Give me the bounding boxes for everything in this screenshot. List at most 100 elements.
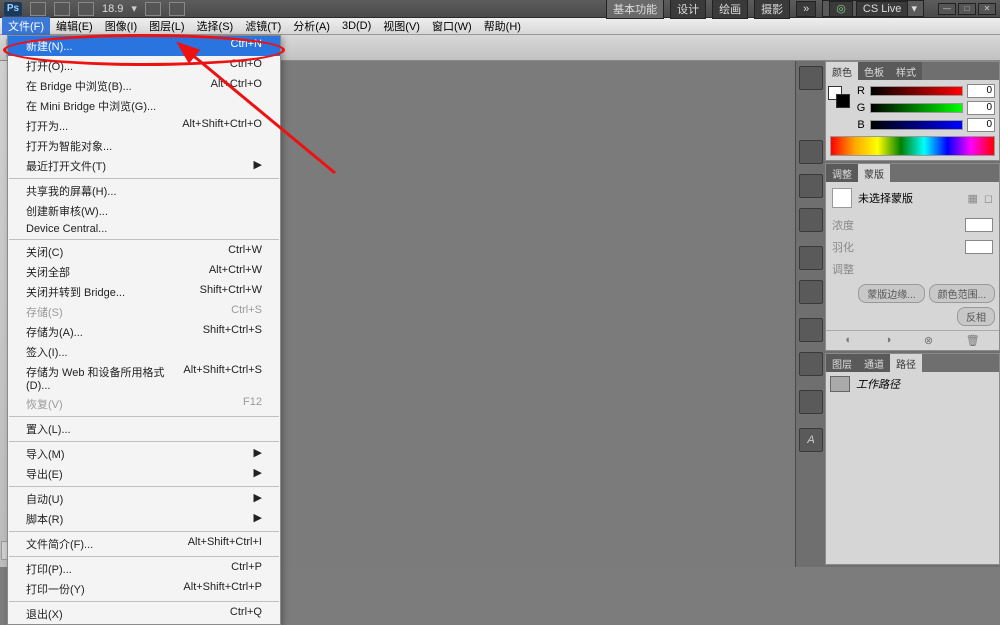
menu-item[interactable]: 脚本(R)▶	[8, 509, 280, 529]
mask-opt3-icon[interactable]: ⊗	[924, 334, 933, 347]
tab-swatches[interactable]: 色板	[858, 62, 890, 80]
g-label: G	[856, 102, 866, 114]
r-value[interactable]: 0	[967, 84, 995, 98]
tab-layers[interactable]: 图层	[826, 354, 858, 372]
menu-separator	[9, 416, 279, 417]
mask-opt2-icon[interactable]: ◑	[885, 334, 892, 347]
menu-item[interactable]: 关闭(C)Ctrl+W	[8, 242, 280, 262]
zoom-level[interactable]: 18.9	[102, 3, 123, 15]
screen-mode-icon[interactable]	[145, 2, 161, 16]
minibridge-icon[interactable]	[54, 2, 70, 16]
tab-paths[interactable]: 路径	[890, 354, 922, 372]
menu-help[interactable]: 帮助(H)	[478, 17, 527, 35]
menu-item[interactable]: 新建(N)...Ctrl+N	[8, 36, 280, 56]
minimize-button[interactable]: —	[938, 3, 956, 15]
menu-analysis[interactable]: 分析(A)	[287, 17, 336, 35]
menu-item[interactable]: 关闭并转到 Bridge...Shift+Ctrl+W	[8, 282, 280, 302]
menu-item[interactable]: 签入(I)...	[8, 342, 280, 362]
menu-edit[interactable]: 编辑(E)	[50, 17, 99, 35]
menu-3d[interactable]: 3D(D)	[336, 19, 377, 33]
dock-tools-icon[interactable]	[799, 352, 823, 376]
chevron-down-icon[interactable]: ▾	[131, 2, 137, 15]
mask-delete-icon[interactable]: 🗑	[966, 334, 980, 347]
menu-view[interactable]: 视图(V)	[377, 17, 426, 35]
menu-item[interactable]: 打印(P)...Ctrl+P	[8, 559, 280, 579]
menu-item[interactable]: 存储为(A)...Shift+Ctrl+S	[8, 322, 280, 342]
menu-item[interactable]: 在 Mini Bridge 中浏览(G)...	[8, 96, 280, 116]
background-swatch[interactable]	[836, 94, 850, 108]
menu-item[interactable]: 关闭全部Alt+Ctrl+W	[8, 262, 280, 282]
color-spectrum[interactable]	[830, 136, 995, 156]
menu-select[interactable]: 选择(S)	[191, 17, 240, 35]
menu-item[interactable]: 置入(L)...	[8, 419, 280, 439]
menu-item[interactable]: 导出(E)▶	[8, 464, 280, 484]
close-button[interactable]: ✕	[978, 3, 996, 15]
tab-channels[interactable]: 通道	[858, 354, 890, 372]
menu-item[interactable]: 存储(S)Ctrl+S	[8, 302, 280, 322]
dock-brushes-icon[interactable]	[799, 140, 823, 164]
dock-color-icon[interactable]	[799, 66, 823, 90]
tab-mask[interactable]: 蒙版	[858, 164, 890, 182]
b-slider[interactable]	[870, 120, 963, 130]
menu-item[interactable]: 恢复(V)F12	[8, 394, 280, 414]
menu-item[interactable]: 最近打开文件(T)▶	[8, 156, 280, 176]
menu-item-label: 存储为 Web 和设备所用格式(D)...	[26, 364, 183, 392]
g-value[interactable]: 0	[967, 101, 995, 115]
vector-mask-icon[interactable]: ◻	[984, 192, 993, 205]
tab-adjust[interactable]: 调整	[826, 164, 858, 182]
layout-icon[interactable]	[78, 2, 94, 16]
menu-item[interactable]: 在 Bridge 中浏览(B)...Alt+Ctrl+O	[8, 76, 280, 96]
menu-item[interactable]: 文件简介(F)...Alt+Shift+Ctrl+I	[8, 534, 280, 554]
dock-clone-icon[interactable]	[799, 174, 823, 198]
workspace-photo[interactable]: 摄影	[754, 0, 790, 19]
menu-item[interactable]: 打开为智能对象...	[8, 136, 280, 156]
mask-thumb-icon[interactable]	[832, 188, 852, 208]
refine-label: 调整	[832, 261, 854, 277]
bridge-icon[interactable]	[30, 2, 46, 16]
menu-item-label: 在 Bridge 中浏览(B)...	[26, 78, 132, 94]
color-range-button[interactable]: 颜色范围...	[929, 284, 995, 303]
menu-item[interactable]: 退出(X)Ctrl+Q	[8, 604, 280, 624]
r-slider[interactable]	[870, 86, 963, 96]
dock-actions-icon[interactable]	[799, 280, 823, 304]
invert-button[interactable]: 反相	[957, 307, 995, 326]
menu-item[interactable]: 打印一份(Y)Alt+Shift+Ctrl+P	[8, 579, 280, 599]
density-value[interactable]	[965, 218, 993, 232]
menu-item[interactable]: 打开为...Alt+Shift+Ctrl+O	[8, 116, 280, 136]
maximize-button[interactable]: □	[958, 3, 976, 15]
menu-filter[interactable]: 滤镜(T)	[239, 17, 287, 35]
menu-item[interactable]: 存储为 Web 和设备所用格式(D)...Alt+Shift+Ctrl+S	[8, 362, 280, 394]
g-slider[interactable]	[870, 103, 963, 113]
workspace-more-icon[interactable]: »	[796, 1, 816, 17]
menu-item[interactable]: 打开(O)...Ctrl+O	[8, 56, 280, 76]
menu-item[interactable]: Device Central...	[8, 221, 280, 237]
view-extras-icon[interactable]	[169, 2, 185, 16]
menu-file[interactable]: 文件(F)	[2, 17, 50, 35]
dock-history-icon[interactable]	[799, 246, 823, 270]
cs-live-button[interactable]: ◎ CS Live ▾	[822, 0, 924, 17]
path-item[interactable]: 工作路径	[826, 372, 999, 396]
menu-item[interactable]: 创建新审核(W)...	[8, 201, 280, 221]
dock-3d-icon[interactable]	[799, 390, 823, 414]
menu-shortcut: F12	[243, 396, 262, 412]
tab-styles[interactable]: 样式	[890, 62, 922, 80]
tab-color[interactable]: 颜色	[826, 62, 858, 80]
menu-image[interactable]: 图像(I)	[99, 17, 143, 35]
feather-value[interactable]	[965, 240, 993, 254]
menu-item[interactable]: 导入(M)▶	[8, 444, 280, 464]
workspace-paint[interactable]: 绘画	[712, 0, 748, 19]
b-value[interactable]: 0	[967, 118, 995, 132]
mask-opt1-icon[interactable]: ◐	[845, 334, 852, 347]
menu-item[interactable]: 自动(U)▶	[8, 489, 280, 509]
menu-item[interactable]: 共享我的屏幕(H)...	[8, 181, 280, 201]
menu-layer[interactable]: 图层(L)	[143, 17, 190, 35]
dock-char-icon[interactable]	[799, 318, 823, 342]
pixel-mask-icon[interactable]: ▦	[967, 192, 977, 205]
menu-shortcut: Ctrl+N	[231, 38, 262, 54]
workspace-basic[interactable]: 基本功能	[606, 0, 664, 19]
mask-edge-button[interactable]: 蒙版边缘...	[858, 284, 924, 303]
dock-text-icon[interactable]: A	[799, 428, 823, 452]
dock-info-icon[interactable]	[799, 208, 823, 232]
workspace-design[interactable]: 设计	[670, 0, 706, 19]
menu-window[interactable]: 窗口(W)	[426, 17, 478, 35]
